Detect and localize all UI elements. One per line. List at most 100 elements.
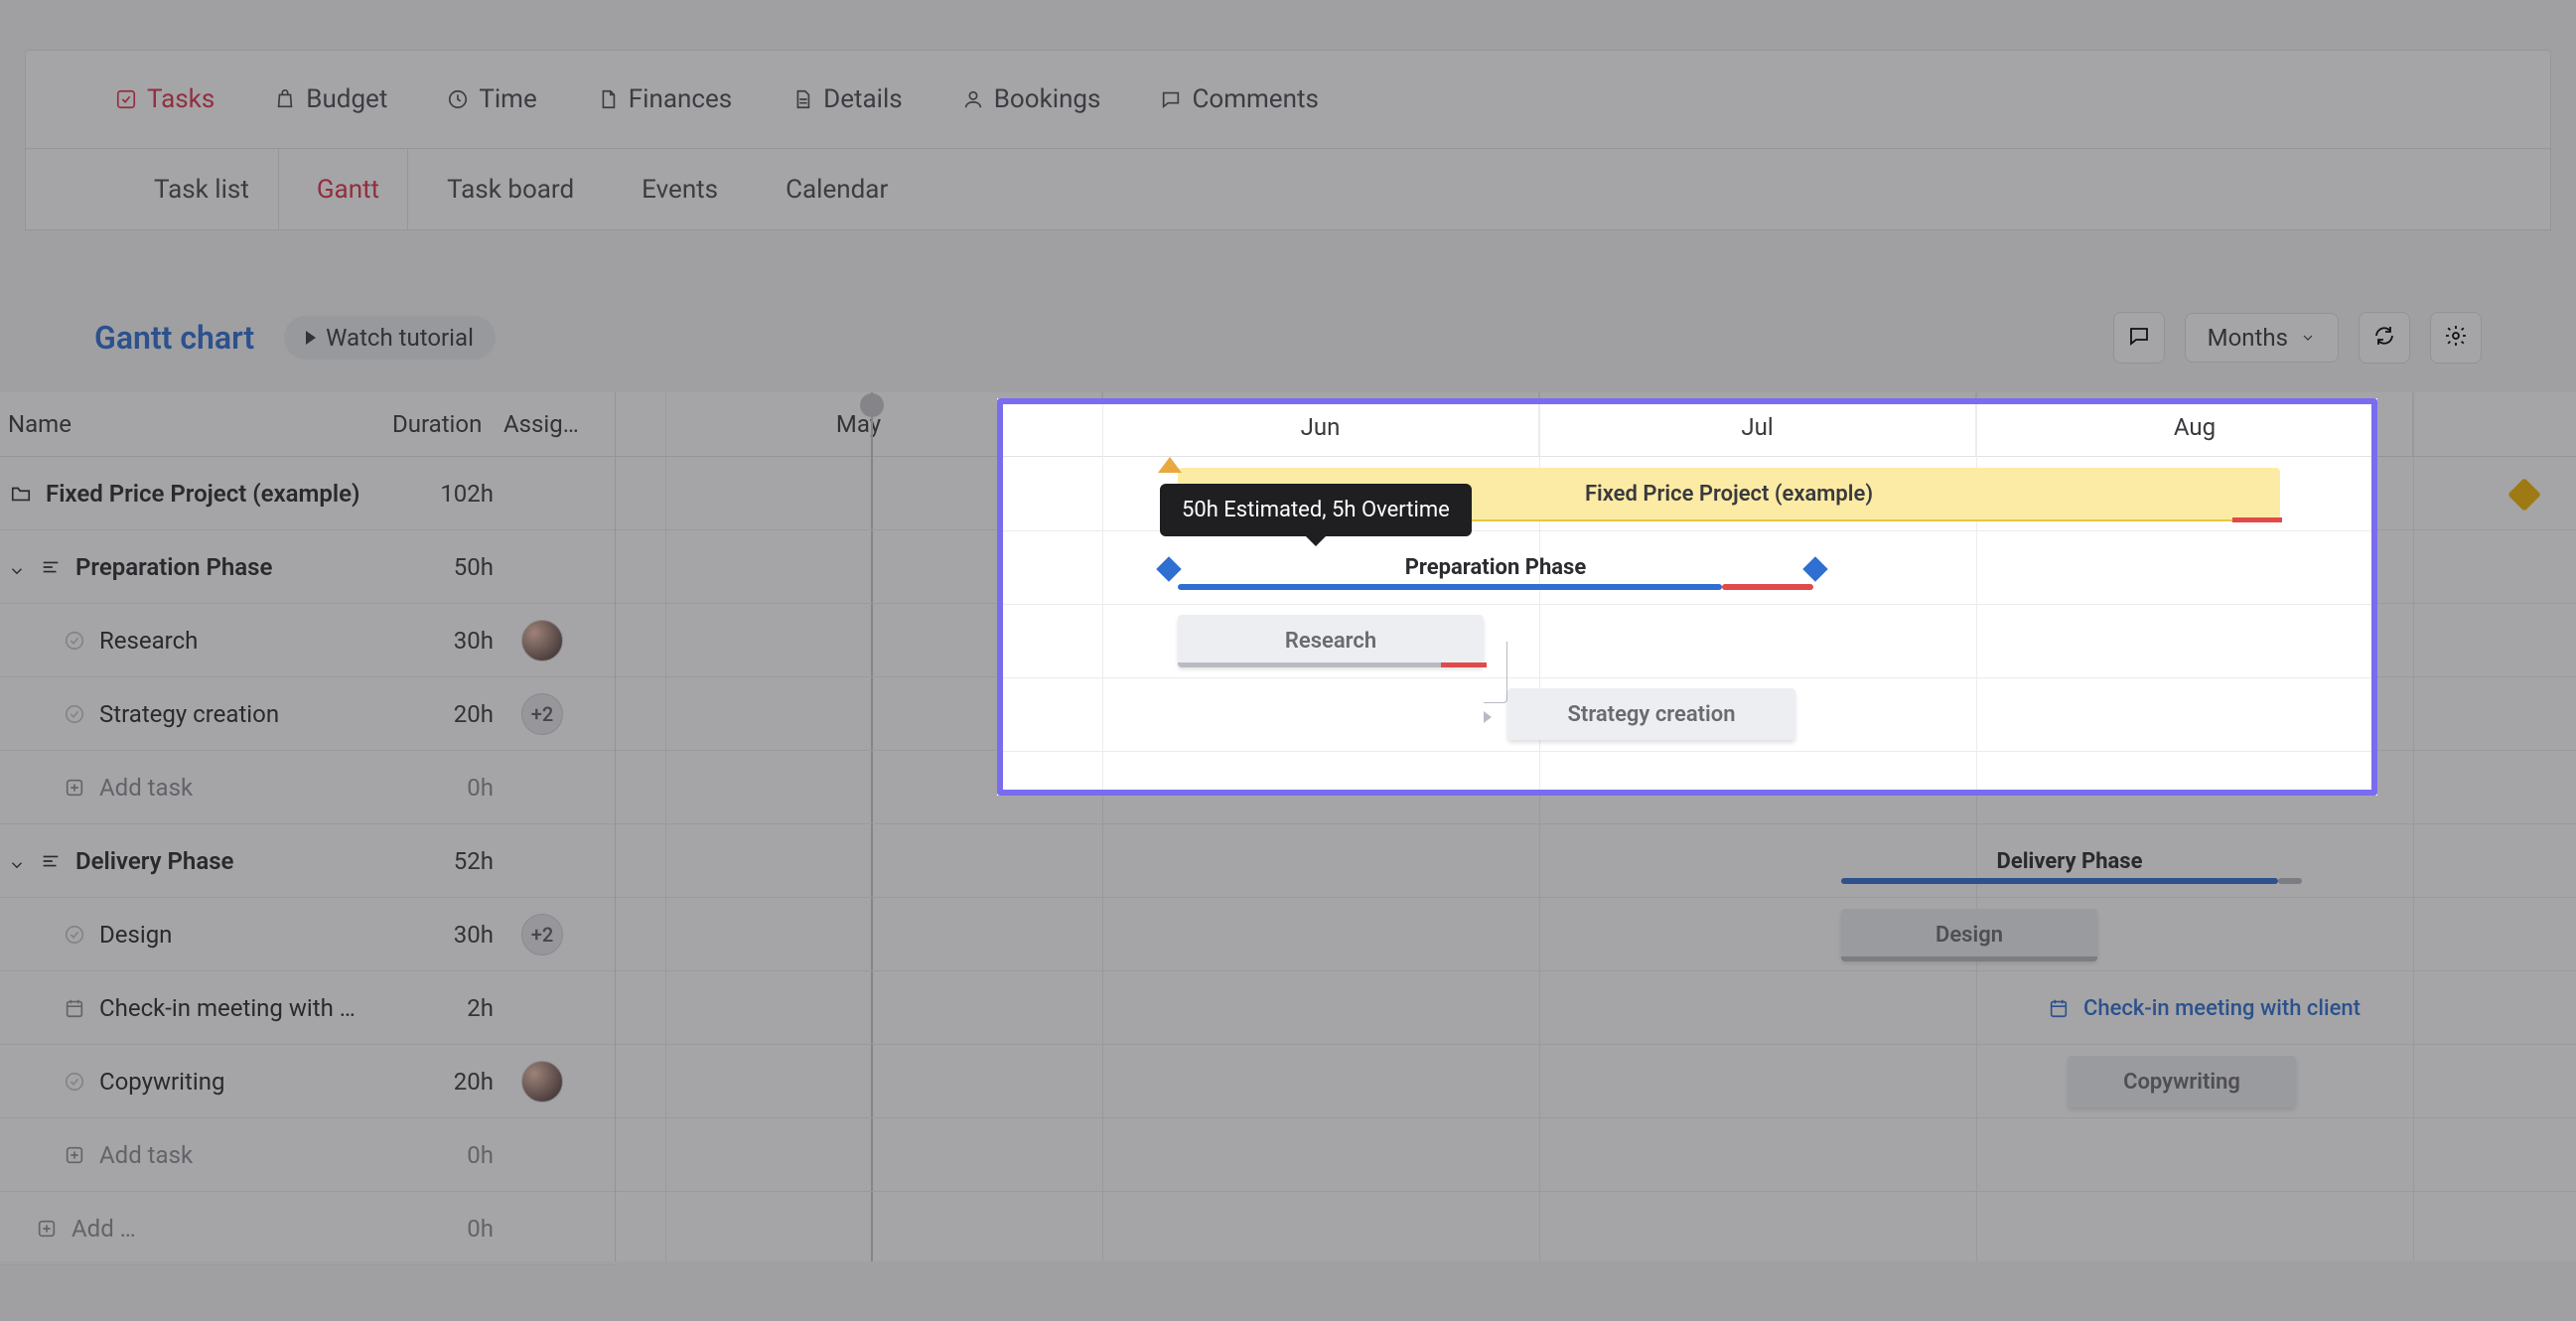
avatar[interactable] [521,620,563,661]
column-headers: Name Duration Assig… [0,392,615,457]
add-task-duration: 0h [392,1141,503,1169]
tab-details-label: Details [823,84,903,114]
subtab-events[interactable]: Events [603,149,747,229]
row-phase-delivery[interactable]: Delivery Phase 52h [0,824,615,898]
col-duration: Duration [392,410,503,438]
refresh-button[interactable] [2359,312,2410,364]
tab-tasks-label: Tasks [147,84,215,114]
today-marker [860,393,884,417]
add-last-duration: 0h [392,1215,503,1243]
subtab-taskboard[interactable]: Task board [408,149,603,229]
check-square-icon [115,88,137,110]
phase1-duration: 50h [392,553,503,581]
tab-comments[interactable]: Comments [1160,84,1318,114]
plus-icon [62,775,87,801]
settings-button[interactable] [2430,312,2482,364]
tab-budget-label: Budget [306,84,387,114]
subtab-taskboard-label: Task board [447,175,574,205]
tab-bookings-label: Bookings [994,84,1101,114]
main-tabs: Tasks Budget Time Finances Details Booki… [25,50,2551,149]
subtab-gantt[interactable]: Gantt [278,149,408,229]
tab-finances-label: Finances [629,84,732,114]
gear-icon [2444,324,2468,352]
project-name: Fixed Price Project (example) [46,480,359,508]
bar-checkin-label: Check-in meeting with client [2083,996,2361,1021]
col-name: Name [0,410,392,438]
plus-icon [62,1142,87,1168]
chevron-down-icon[interactable] [8,852,26,870]
tab-time-label: Time [479,84,536,114]
subtab-tasklist-label: Task list [154,175,249,205]
project-duration: 102h [392,480,503,508]
tooltip-text: 50h Estimated, 5h Overtime [1182,498,1450,522]
check-circle-icon [62,628,87,654]
tab-details[interactable]: Details [791,84,903,114]
subtab-tasklist[interactable]: Task list [115,149,278,229]
avatar[interactable] [521,1061,563,1102]
design-duration: 30h [392,921,503,949]
row-task-design[interactable]: Design 30h +2 [0,898,615,971]
calendar-small-icon [2046,995,2072,1021]
row-event-checkin[interactable]: Check-in meeting with … 2h [0,971,615,1045]
bar-design[interactable]: Design [1841,909,2097,960]
checkin-duration: 2h [392,994,503,1022]
play-icon [306,331,316,345]
chat-icon [1160,88,1182,110]
checkin-name: Check-in meeting with … [99,994,356,1022]
bar-copywriting[interactable]: Copywriting [2068,1056,2296,1107]
row-phase-preparation[interactable]: Preparation Phase 50h [0,530,615,604]
tab-finances[interactable]: Finances [597,84,732,114]
copy-name: Copywriting [99,1068,224,1096]
page-title: Gantt chart [94,319,254,357]
strategy-name: Strategy creation [99,700,279,728]
month-next [2413,392,2576,456]
tab-bookings[interactable]: Bookings [962,84,1101,114]
subtab-events-label: Events [642,175,718,205]
tab-budget[interactable]: Budget [274,84,387,114]
subtab-calendar-label: Calendar [786,175,888,205]
design-name: Design [99,921,172,949]
bag-icon [274,88,296,110]
add-last-label: Add … [72,1215,136,1243]
chevron-down-icon[interactable] [8,558,26,576]
check-circle-icon [62,1069,87,1095]
row-add-last[interactable]: Add … 0h [0,1192,615,1265]
subtab-calendar[interactable]: Calendar [747,149,917,229]
row-project[interactable]: Fixed Price Project (example) 102h [0,457,615,530]
row-task-strategy[interactable]: Strategy creation 20h +2 [0,677,615,751]
bar-design-label: Design [1935,923,2003,948]
avatar-overflow[interactable]: +2 [521,693,563,735]
tab-tasks[interactable]: Tasks [115,84,215,114]
tab-time[interactable]: Time [447,84,536,114]
add-task-label: Add task [99,1141,193,1169]
row-task-copywriting[interactable]: Copywriting 20h [0,1045,615,1118]
add-task-duration: 0h [392,774,503,802]
user-icon [962,88,984,110]
timescale-label: Months [2208,324,2288,352]
document-lines-icon [791,88,813,110]
row-add-task-1[interactable]: Add task 0h [0,751,615,824]
sub-tabs: Task list Gantt Task board Events Calend… [25,149,2551,230]
watch-tutorial-button[interactable]: Watch tutorial [284,316,496,360]
phase1-name: Preparation Phase [75,553,272,581]
bar-phase2-label: Delivery Phase [1997,849,2143,874]
milestone[interactable] [2507,478,2541,512]
check-circle-icon [62,701,87,727]
bar-copy-label: Copywriting [2123,1070,2240,1095]
avatar-overflow[interactable]: +2 [521,914,563,955]
timescale-selector[interactable]: Months [2185,313,2339,363]
tooltip-estimated-overtime: 50h Estimated, 5h Overtime [1160,484,1472,536]
bar-checkin[interactable]: Check-in meeting with client [2046,982,2562,1034]
row-add-task-2[interactable]: Add task 0h [0,1118,615,1192]
folder-icon [8,481,34,507]
research-name: Research [99,627,198,655]
task-list-panel: Name Duration Assig… Fixed Price Project… [0,392,616,1261]
plus-icon [34,1216,60,1242]
subtab-gantt-label: Gantt [317,175,379,205]
research-duration: 30h [392,627,503,655]
row-task-research[interactable]: Research 30h [0,604,615,677]
comments-toggle-button[interactable] [2113,312,2165,364]
strategy-duration: 20h [392,700,503,728]
phase2-duration: 52h [392,847,503,875]
calendar-small-icon [62,995,87,1021]
